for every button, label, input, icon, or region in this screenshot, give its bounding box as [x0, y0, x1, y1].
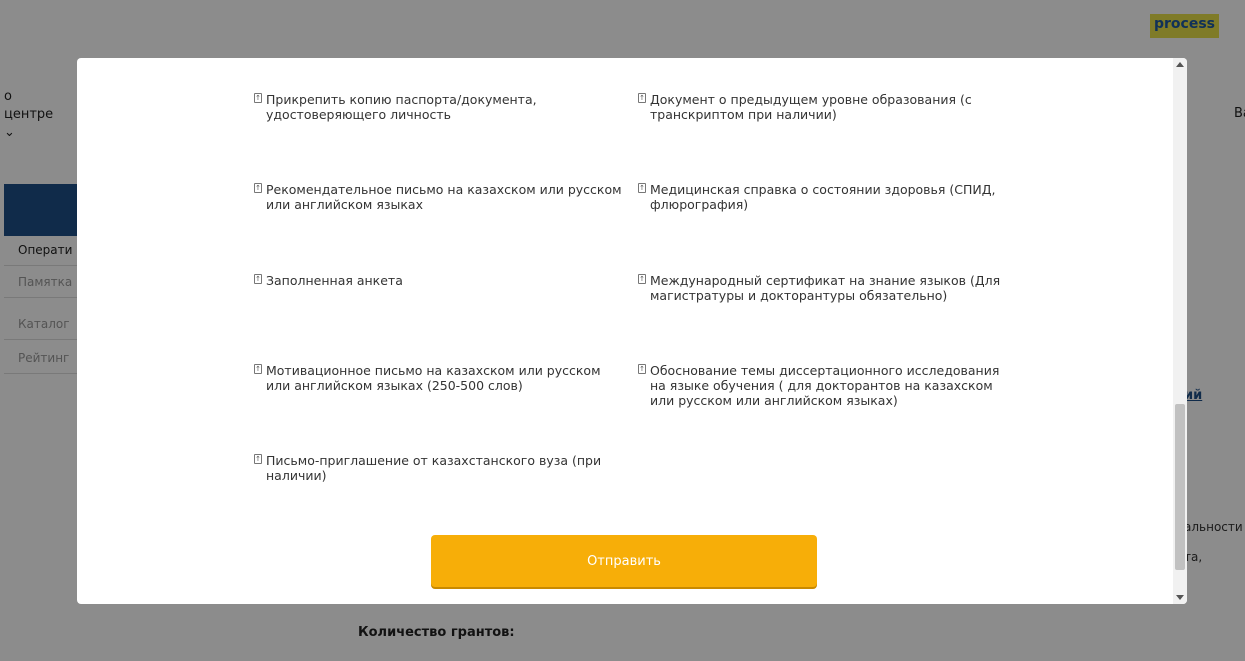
doc-label: Мотивационное письмо на казахском или ру…: [266, 363, 601, 393]
documents-modal: ↑ Прикрепить копию паспорта/документа, у…: [77, 58, 1187, 604]
doc-label: Прикрепить копию паспорта/документа, удо…: [266, 92, 537, 122]
doc-upload-dissertation-topic[interactable]: ↑ Обоснование темы диссертационного иссл…: [638, 363, 1008, 408]
upload-file-icon[interactable]: ↑: [254, 364, 262, 374]
doc-label: Письмо-приглашение от казахстанского вуз…: [266, 453, 602, 483]
upload-file-icon[interactable]: ↑: [638, 274, 646, 284]
upload-file-icon[interactable]: ↑: [254, 183, 262, 193]
doc-upload-passport[interactable]: ↑ Прикрепить копию паспорта/документа, у…: [254, 92, 624, 122]
upload-file-icon[interactable]: ↑: [254, 274, 262, 284]
upload-file-icon[interactable]: ↑: [638, 93, 646, 103]
scroll-up-arrow-icon[interactable]: [1176, 62, 1184, 67]
doc-upload-questionnaire[interactable]: ↑ Заполненная анкета: [254, 273, 624, 288]
upload-file-icon[interactable]: ↑: [254, 93, 262, 103]
upload-file-icon[interactable]: ↑: [638, 364, 646, 374]
doc-label: Документ о предыдущем уровне образования…: [650, 92, 972, 122]
doc-label: Медицинская справка о состоянии здоровья…: [650, 182, 996, 212]
modal-content: ↑ Прикрепить копию паспорта/документа, у…: [77, 58, 1173, 604]
doc-label: Обоснование темы диссертационного исслед…: [650, 363, 1000, 408]
scroll-down-arrow-icon[interactable]: [1176, 595, 1184, 600]
doc-upload-medical-certificate[interactable]: ↑ Медицинская справка о состоянии здоров…: [638, 182, 1008, 212]
doc-upload-language-certificate[interactable]: ↑ Международный сертификат на знание язы…: [638, 273, 1008, 303]
doc-upload-motivation-letter[interactable]: ↑ Мотивационное письмо на казахском или …: [254, 363, 624, 393]
upload-file-icon[interactable]: ↑: [638, 183, 646, 193]
doc-upload-invitation-letter[interactable]: ↑ Письмо-приглашение от казахстанского в…: [254, 453, 624, 483]
scrollbar-thumb[interactable]: [1175, 404, 1185, 570]
doc-label: Заполненная анкета: [266, 273, 403, 288]
upload-file-icon[interactable]: ↑: [254, 454, 262, 464]
modal-scrollbar[interactable]: [1173, 58, 1187, 604]
doc-label: Рекомендательное письмо на казахском или…: [266, 182, 622, 212]
doc-label: Международный сертификат на знание языко…: [650, 273, 1001, 303]
doc-upload-recommendation[interactable]: ↑ Рекомендательное письмо на казахском и…: [254, 182, 624, 212]
submit-button[interactable]: Отправить: [431, 535, 817, 587]
doc-upload-education-document[interactable]: ↑ Документ о предыдущем уровне образован…: [638, 92, 1008, 122]
